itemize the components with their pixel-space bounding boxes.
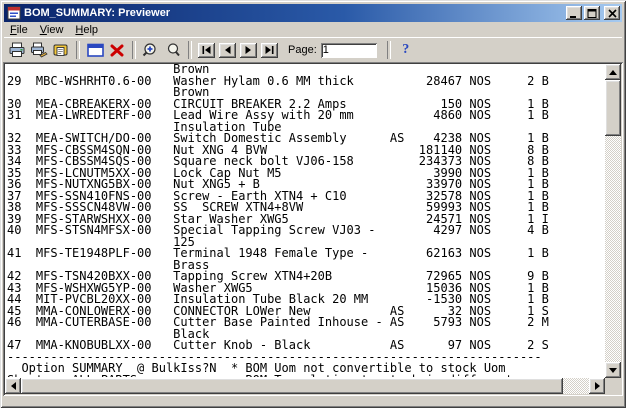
vertical-scroll-thumb[interactable] [605,80,621,136]
zoom-in-icon [142,42,160,58]
menu-file[interactable]: File [4,23,34,37]
last-page-icon [265,46,274,54]
maximize-icon [587,9,597,18]
minimize-button[interactable] [566,6,582,20]
menu-help[interactable]: Help [69,23,104,37]
report-text: Brown 29 MBC-WSHRHT0.6-00 Washer Hylam 0… [7,64,604,377]
last-page-button[interactable] [261,43,278,58]
toolbar-separator [387,41,391,59]
scroll-right-button[interactable] [589,378,605,394]
toolbar-separator [188,41,192,59]
close-report-button[interactable] [106,40,128,60]
zoom-out-button[interactable] [162,40,184,60]
previous-page-button[interactable] [219,43,236,58]
page-label: Page: [288,44,317,56]
scroll-up-icon [609,70,617,75]
menu-bar: File View Help [4,22,622,37]
help-button[interactable]: ? [395,40,417,60]
scroll-down-button[interactable] [605,362,621,378]
zoom-in-button[interactable] [140,40,162,60]
application-icon [7,6,21,20]
scroll-left-button[interactable] [5,378,21,394]
scrollbar-corner [605,378,621,394]
mail-report-button[interactable] [50,40,72,60]
scroll-down-icon [609,368,617,373]
vertical-scrollbar[interactable] [605,64,621,378]
print-icon [8,42,26,58]
scroll-up-button[interactable] [605,64,621,80]
report-viewport: Brown 29 MBC-WSHRHT0.6-00 Washer Hylam 0… [3,62,623,396]
next-page-icon [245,46,252,54]
previous-page-icon [224,46,231,54]
horizontal-scroll-thumb[interactable] [21,378,563,394]
title-bar: BOM_SUMMARY: Previewer [4,4,622,22]
first-page-icon [202,46,211,54]
zoom-out-icon [164,42,182,58]
window-title: BOM_SUMMARY: Previewer [24,7,566,19]
scroll-right-icon [595,382,600,390]
new-previewer-button[interactable] [84,40,106,60]
close-report-icon [110,44,124,57]
menu-view[interactable]: View [34,23,70,37]
page-setup-button[interactable] [28,40,50,60]
page-input[interactable] [321,43,377,58]
close-button[interactable] [604,6,620,20]
print-button[interactable] [6,40,28,60]
horizontal-scrollbar[interactable] [5,378,605,394]
new-previewer-icon [87,43,104,58]
first-page-button[interactable] [198,43,215,58]
help-icon: ? [402,42,409,58]
page-setup-icon [30,42,48,58]
scroll-left-icon [11,382,16,390]
mail-report-icon [52,42,70,58]
next-page-button[interactable] [240,43,257,58]
toolbar-separator [132,41,136,59]
toolbar: Page: ? [4,37,622,62]
toolbar-separator [76,41,80,59]
maximize-button[interactable] [584,6,600,20]
minimize-icon [569,9,579,18]
close-icon [608,9,617,18]
previewer-window: BOM_SUMMARY: Previewer File View Help [0,0,626,408]
